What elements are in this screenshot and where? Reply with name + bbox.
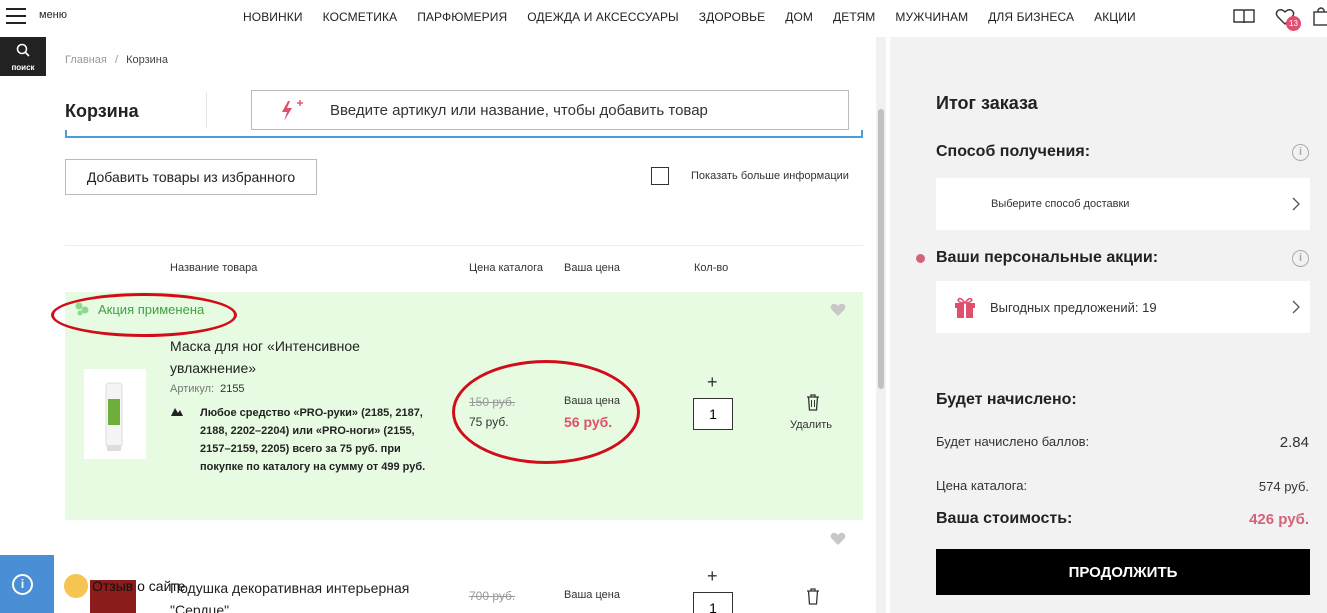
col-header-qty: Кол-во [694,262,729,274]
focus-underline [65,130,863,138]
trash-icon[interactable] [806,393,820,411]
qty-input[interactable] [693,592,733,613]
cart-bag-icon[interactable] [1313,6,1327,26]
delivery-choose-label: Выберите способ доставки [991,198,1130,210]
feedback-label: Отзыв о сайте [92,578,186,594]
nav-item-perfume[interactable]: ПАРФЮМЕРИЯ [417,10,507,24]
total-value: 426 руб. [1249,511,1309,528]
product-thumbnail[interactable] [84,369,146,459]
breadcrumb-sep: / [114,54,118,66]
continue-button[interactable]: ПРОДОЛЖИТЬ [936,549,1310,595]
personal-promos-card[interactable]: Выгодных предложений: 19 [936,281,1310,333]
nav-item-cosmetics[interactable]: КОСМЕТИКА [323,10,398,24]
more-info-checkbox[interactable] [651,167,669,185]
feedback-chip[interactable]: Отзыв о сайте [64,574,185,598]
favorite-heart-icon[interactable] [830,303,846,317]
info-icon[interactable]: i [1292,144,1309,161]
col-header-name: Название товара [170,262,258,274]
search-button[interactable]: поиск [0,37,46,76]
nav-item-business[interactable]: ДЛЯ БИЗНЕСА [988,10,1074,24]
notification-dot [916,254,925,263]
order-summary-panel: Итог заказа Способ получения: i Выберите… [890,37,1327,613]
col-header-your-price: Ваша цена [564,262,620,274]
nav-item-health[interactable]: ЗДОРОВЬЕ [699,10,765,24]
nav-item-sales[interactable]: АКЦИИ [1094,10,1136,24]
points-label: Будет начислено баллов: [936,434,1090,449]
divider [65,245,863,246]
favorites-count-badge: 13 [1286,16,1301,31]
search-label: поиск [11,63,35,72]
article-value: 2155 [220,383,245,395]
feedback-icon [64,574,88,598]
delete-label[interactable]: Удалить [790,419,832,431]
favorite-heart-icon[interactable] [830,532,846,546]
nav-item-home[interactable]: ДОМ [785,10,813,24]
qty-increase-button[interactable]: + [707,372,718,393]
catalog-total-label: Цена каталога: [936,478,1028,493]
delivery-title: Способ получения: [936,143,1091,160]
nav-item-kids[interactable]: ДЕТЯМ [833,10,875,24]
qty-increase-button[interactable]: + [707,566,718,587]
nav-item-new[interactable]: НОВИНКИ [243,10,303,24]
menu-icon[interactable] [6,8,26,24]
article-label: Артикул: [170,383,215,395]
catalog-total-value: 574 руб. [1258,479,1309,494]
breadcrumb-home[interactable]: Главная [65,54,107,66]
top-bar: меню НОВИНКИ КОСМЕТИКА ПАРФЮМЕРИЯ ОДЕЖДА… [0,0,1327,36]
breadcrumb: Главная / Корзина [65,54,168,66]
title-divider [206,92,207,128]
promos-offers-label: Выгодных предложений: 19 [990,299,1157,315]
delivery-method-card[interactable]: Выберите способ доставки [936,178,1310,230]
trash-icon[interactable] [806,587,820,605]
nav-item-clothes[interactable]: ОДЕЖДА И АКСЕССУАРЫ [527,10,679,24]
menu-label[interactable]: меню [39,9,67,21]
feedback-tab[interactable]: i [0,555,54,613]
scrollbar[interactable] [876,37,886,613]
nav-item-men[interactable]: МУЖЧИНАМ [895,10,968,24]
your-price-label: Ваша цена [564,589,620,601]
main-nav: НОВИНКИ КОСМЕТИКА ПАРФЮМЕРИЯ ОДЕЖДА И АК… [243,10,1156,24]
total-label: Ваша стоимость: [936,510,1073,527]
promo-mountain-icon [171,408,183,416]
product-article: Артикул: 2155 [170,383,245,395]
info-icon[interactable]: i [1292,250,1309,267]
quick-add-field[interactable] [251,90,849,130]
lightning-plus-icon [282,100,303,121]
gift-icon [955,297,975,318]
page-title: Корзина [65,101,139,121]
product-image [105,382,123,451]
col-header-catalog-price: Цена каталога [469,262,544,274]
more-info-toggle[interactable]: Показать больше информации [651,167,849,185]
old-price: 700 руб. [469,589,516,603]
promos-title: Ваши персональные акции: [936,249,1159,266]
chevron-right-icon [1292,197,1300,211]
breadcrumb-current: Корзина [126,54,168,66]
scrollbar-thumb[interactable] [878,109,884,389]
search-icon [16,43,30,57]
points-value: 2.84 [1279,434,1309,451]
qty-input[interactable] [693,398,733,430]
annotation-ellipse [51,293,237,337]
product-name[interactable]: Подушка декоративная интерьерная "Сердце… [170,577,410,613]
more-info-label: Показать больше информации [691,170,849,182]
summary-title: Итог заказа [936,93,1038,113]
product-name[interactable]: Маска для ног «Интенсивное увлажнение» [170,335,410,379]
info-icon: i [12,574,33,595]
add-from-favorites-button[interactable]: Добавить товары из избранного [65,159,317,195]
accrual-title: Будет начислено: [936,391,1077,408]
annotation-ellipse [452,360,640,464]
catalog-book-icon[interactable] [1233,8,1255,24]
quick-add-input[interactable] [330,101,810,119]
chevron-right-icon [1292,300,1300,314]
promo-description: Любое средство «PRO-руки» (2185, 2187, 2… [200,407,426,473]
